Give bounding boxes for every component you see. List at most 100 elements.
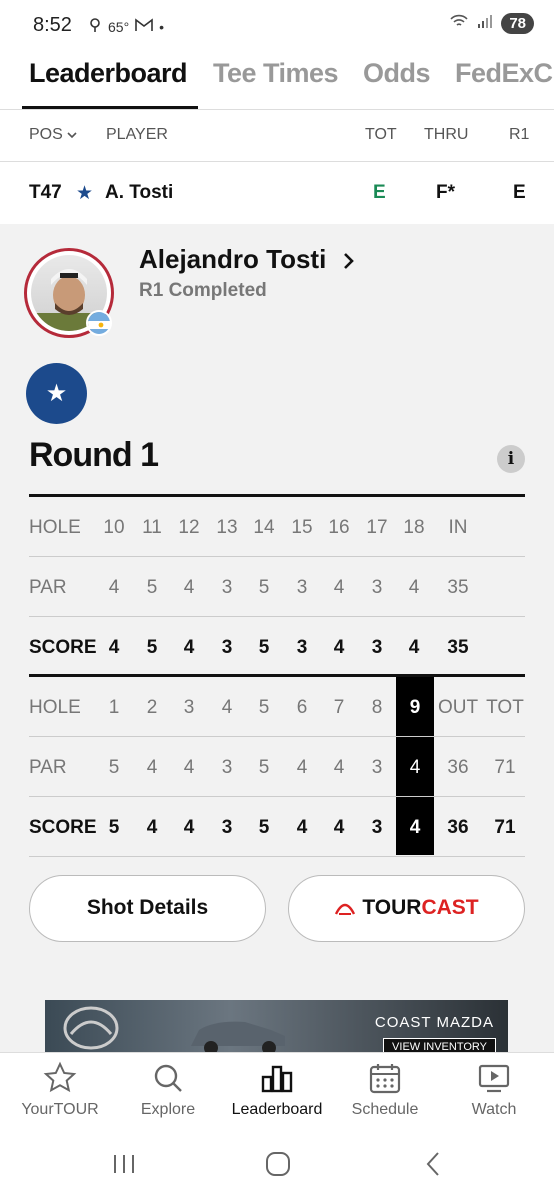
- pos-sort[interactable]: POS: [29, 126, 77, 144]
- nav-label: Schedule: [351, 1101, 419, 1118]
- nav-watch[interactable]: Watch: [439, 1061, 549, 1119]
- status-icons-right: 78: [449, 13, 534, 34]
- cell: IN: [448, 517, 468, 538]
- nav-leaderboard[interactable]: Leaderboard: [222, 1061, 332, 1119]
- home-icon[interactable]: [265, 1151, 291, 1177]
- leaderboard-icon: [261, 1065, 293, 1093]
- tab-tee-times[interactable]: Tee Times: [213, 58, 339, 89]
- cell: 4: [183, 817, 195, 838]
- cell: 1: [108, 697, 120, 718]
- cell: 4: [296, 817, 308, 838]
- car-image: [191, 1021, 285, 1052]
- cell: TOT: [486, 697, 524, 718]
- argentina-flag-icon: [86, 310, 112, 336]
- cell: 9: [409, 697, 421, 718]
- cell: 3: [296, 577, 308, 598]
- recent-apps-icon[interactable]: [112, 1153, 136, 1175]
- cell: 4: [333, 757, 345, 778]
- cell: 15: [291, 517, 313, 538]
- cell: 5: [258, 637, 270, 658]
- cell: OUT: [438, 697, 479, 718]
- cell: 16: [328, 517, 350, 538]
- tourcast-logo-icon: [335, 904, 356, 916]
- cell: 4: [296, 757, 308, 778]
- cell: 4: [183, 577, 195, 598]
- par-row: PAR 5 4 4 3 5 4 4 3 4 36 71: [29, 737, 525, 797]
- column-player: PLAYER: [106, 126, 168, 143]
- nav-yourtour[interactable]: YourTOUR: [5, 1061, 115, 1119]
- tab-fedexcup[interactable]: FedExCup: [455, 58, 554, 89]
- cell: 4: [333, 637, 345, 658]
- cell: 14: [253, 517, 275, 538]
- cell: 5: [258, 757, 270, 778]
- star-icon: ★: [76, 183, 94, 204]
- cell: 35: [447, 637, 469, 658]
- wifi-icon: [449, 13, 469, 34]
- cell: 10: [103, 517, 125, 538]
- star-icon: ★: [45, 380, 68, 407]
- mazda-logo-icon: [63, 1006, 119, 1050]
- cell: 7: [333, 697, 345, 718]
- signal-icon: [477, 13, 493, 34]
- temperature: 65°: [108, 18, 130, 35]
- score-row: SCORE 4 5 4 3 5 3 4 3 4 35: [29, 617, 525, 677]
- chevron-right-icon: [343, 253, 354, 270]
- clock: 8:52: [33, 14, 72, 36]
- nav-schedule[interactable]: Schedule: [330, 1061, 440, 1119]
- tab-leaderboard[interactable]: Leaderboard: [29, 58, 188, 89]
- cell: 5: [108, 817, 120, 838]
- tab-bar: Leaderboard Tee Times Odds FedExCup: [0, 52, 554, 110]
- cell: 3: [296, 637, 308, 658]
- cell: 4: [408, 637, 420, 658]
- player-name-link[interactable]: Alejandro Tosti: [139, 244, 356, 275]
- cell: 17: [366, 517, 388, 538]
- battery-indicator: 78: [501, 13, 534, 34]
- cell: 5: [146, 577, 158, 598]
- shot-details-button[interactable]: Shot Details: [29, 875, 266, 942]
- cell: 3: [221, 577, 233, 598]
- weather-icon: [88, 17, 102, 36]
- column-thru: THRU: [424, 126, 469, 143]
- back-icon[interactable]: [425, 1151, 441, 1177]
- cell: 13: [216, 517, 238, 538]
- dot-icon: •: [159, 18, 165, 35]
- play-screen-icon: [478, 1064, 510, 1093]
- cell: 4: [333, 817, 345, 838]
- leaderboard-column-header: POS PLAYER TOT THRU R1: [0, 110, 554, 162]
- gmail-icon: [135, 18, 153, 35]
- cell: 4: [108, 577, 120, 598]
- cell: 71: [494, 817, 516, 838]
- info-icon[interactable]: i: [497, 445, 525, 473]
- ad-cta[interactable]: VIEW INVENTORY: [383, 1038, 496, 1052]
- cell: 3: [221, 637, 233, 658]
- player-short-name: A. Tosti: [105, 182, 174, 203]
- cell: 3: [371, 577, 383, 598]
- cell: 5: [258, 577, 270, 598]
- chevron-down-icon: [67, 132, 77, 138]
- ad-banner[interactable]: COAST MAZDA VIEW INVENTORY: [45, 1000, 508, 1052]
- cell: 4: [409, 817, 421, 838]
- round-status: R1 Completed: [139, 280, 267, 301]
- player-row[interactable]: T47 ★ A. Tosti E F* E: [0, 162, 554, 224]
- player-position: T47: [29, 182, 62, 203]
- tab-odds[interactable]: Odds: [363, 58, 431, 89]
- player-thru: F*: [436, 182, 455, 203]
- cell: 4: [333, 577, 345, 598]
- tourcast-button[interactable]: TOURCAST: [288, 875, 525, 942]
- cell: 4: [108, 637, 120, 658]
- hole-row: HOLE 1 2 3 4 5 6 7 8 9 OUT TOT: [29, 677, 525, 737]
- column-tot: TOT: [365, 126, 397, 143]
- round-title: Round 1: [29, 436, 159, 474]
- favorite-star-button[interactable]: ★: [26, 363, 87, 424]
- cell: 4: [183, 637, 195, 658]
- status-icons-left: 65° •: [88, 17, 164, 36]
- cell: 18: [403, 517, 425, 538]
- system-navigation-bar: [0, 1132, 554, 1200]
- cell: 4: [409, 757, 421, 778]
- cell: 36: [447, 817, 469, 838]
- cell: 3: [371, 637, 383, 658]
- cell: 4: [146, 817, 158, 838]
- nav-explore[interactable]: Explore: [113, 1061, 223, 1119]
- cell: 2: [146, 697, 158, 718]
- player-detail-panel: Alejandro Tosti R1 Completed ★ Round 1 i…: [0, 224, 554, 1052]
